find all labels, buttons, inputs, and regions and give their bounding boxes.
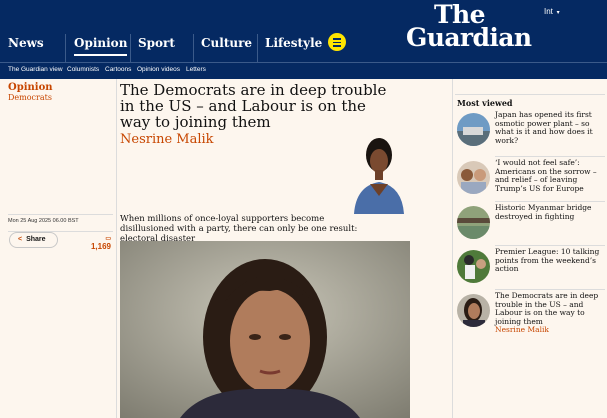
menu-button[interactable] bbox=[328, 33, 346, 51]
nav-item-news[interactable]: News bbox=[8, 34, 44, 62]
nav-item-sport[interactable]: Sport bbox=[138, 34, 175, 62]
share-row: < Share ▭ 1,169 bbox=[8, 231, 113, 253]
most-viewed-divider bbox=[495, 156, 605, 157]
most-viewed-thumbnail bbox=[457, 161, 490, 194]
most-viewed-thumbnail bbox=[457, 250, 490, 283]
masthead: Int ▾ The Guardian News Opinion Sport Cu… bbox=[0, 0, 607, 62]
menu-icon-bar bbox=[333, 45, 341, 47]
most-viewed-headline: Japan has opened its first osmotic power… bbox=[495, 110, 593, 145]
most-viewed-item[interactable]: The Democrats are in deep trouble in the… bbox=[455, 291, 605, 335]
most-viewed-headline-text: The Democrats are in deep trouble in the… bbox=[495, 291, 599, 326]
subnav-guardian-view[interactable]: The Guardian view bbox=[8, 66, 63, 73]
logo-line-2: Guardian bbox=[406, 23, 532, 52]
series-label[interactable]: Democrats bbox=[8, 93, 113, 102]
section-label[interactable]: Opinion bbox=[8, 82, 113, 93]
comment-icon: ▭ bbox=[105, 236, 111, 242]
most-viewed-headline: The Democrats are in deep trouble in the… bbox=[495, 291, 605, 335]
most-viewed-author: Nesrine Malik bbox=[495, 325, 549, 334]
column-divider bbox=[452, 79, 453, 418]
most-viewed-item[interactable]: Japan has opened its first osmotic power… bbox=[455, 110, 605, 153]
subnav-opinion-videos[interactable]: Opinion videos bbox=[137, 66, 180, 73]
menu-icon bbox=[333, 38, 341, 40]
most-viewed-item[interactable]: Historic Myanmar bridge destroyed in fig… bbox=[455, 203, 605, 246]
hero-image bbox=[120, 241, 410, 418]
most-viewed-divider bbox=[495, 245, 605, 246]
share-label: Share bbox=[26, 236, 46, 243]
subnav-columnists[interactable]: Columnists bbox=[67, 66, 99, 73]
article-headline: The Democrats are in deep trouble in the… bbox=[120, 81, 387, 131]
comment-count-value: 1,169 bbox=[90, 242, 111, 251]
nav-item-lifestyle[interactable]: Lifestyle bbox=[265, 34, 322, 62]
subnav-cartoons[interactable]: Cartoons bbox=[105, 66, 131, 73]
most-viewed-item[interactable]: ‘I would not feel safe’: Americans on th… bbox=[455, 158, 605, 201]
nav-divider bbox=[193, 34, 194, 62]
article-meta: Opinion Democrats Mon 25 Aug 2025 06.00 … bbox=[8, 82, 113, 418]
comment-count[interactable]: ▭ 1,169 bbox=[91, 235, 111, 251]
standfirst: When millions of once-loyal supporters b… bbox=[120, 214, 358, 244]
nav-divider bbox=[257, 34, 258, 62]
most-viewed-headline: Premier League: 10 talking points from t… bbox=[495, 247, 600, 273]
nav-divider bbox=[130, 34, 131, 62]
most-viewed-headline: Historic Myanmar bridge destroyed in fig… bbox=[495, 203, 592, 221]
nav-item-culture[interactable]: Culture bbox=[201, 34, 252, 62]
most-viewed-thumbnail bbox=[457, 294, 490, 327]
share-icon: < bbox=[18, 236, 23, 243]
most-viewed-headline: ‘I would not feel safe’: Americans on th… bbox=[495, 158, 597, 193]
share-button[interactable]: < Share bbox=[9, 232, 58, 248]
most-viewed-divider bbox=[495, 201, 605, 202]
most-viewed-thumbnail bbox=[457, 206, 490, 239]
publish-date: Mon 25 Aug 2025 06.00 BST bbox=[8, 214, 113, 224]
nav-divider bbox=[65, 34, 66, 62]
menu-icon-bar bbox=[333, 41, 341, 43]
column-divider bbox=[116, 79, 117, 418]
secondary-nav: The Guardian view Columnists Cartoons Op… bbox=[0, 62, 607, 79]
most-viewed-rule bbox=[455, 94, 605, 95]
most-viewed-item[interactable]: Premier League: 10 talking points from t… bbox=[455, 247, 605, 290]
most-viewed-thumbnail bbox=[457, 113, 490, 146]
most-viewed-divider bbox=[495, 289, 605, 290]
most-viewed-title: Most viewed bbox=[457, 98, 513, 108]
author-photo bbox=[350, 134, 408, 214]
guardian-logo[interactable]: The Guardian bbox=[406, 2, 562, 52]
nav-item-opinion[interactable]: Opinion bbox=[74, 34, 128, 62]
subnav-letters[interactable]: Letters bbox=[186, 66, 206, 73]
